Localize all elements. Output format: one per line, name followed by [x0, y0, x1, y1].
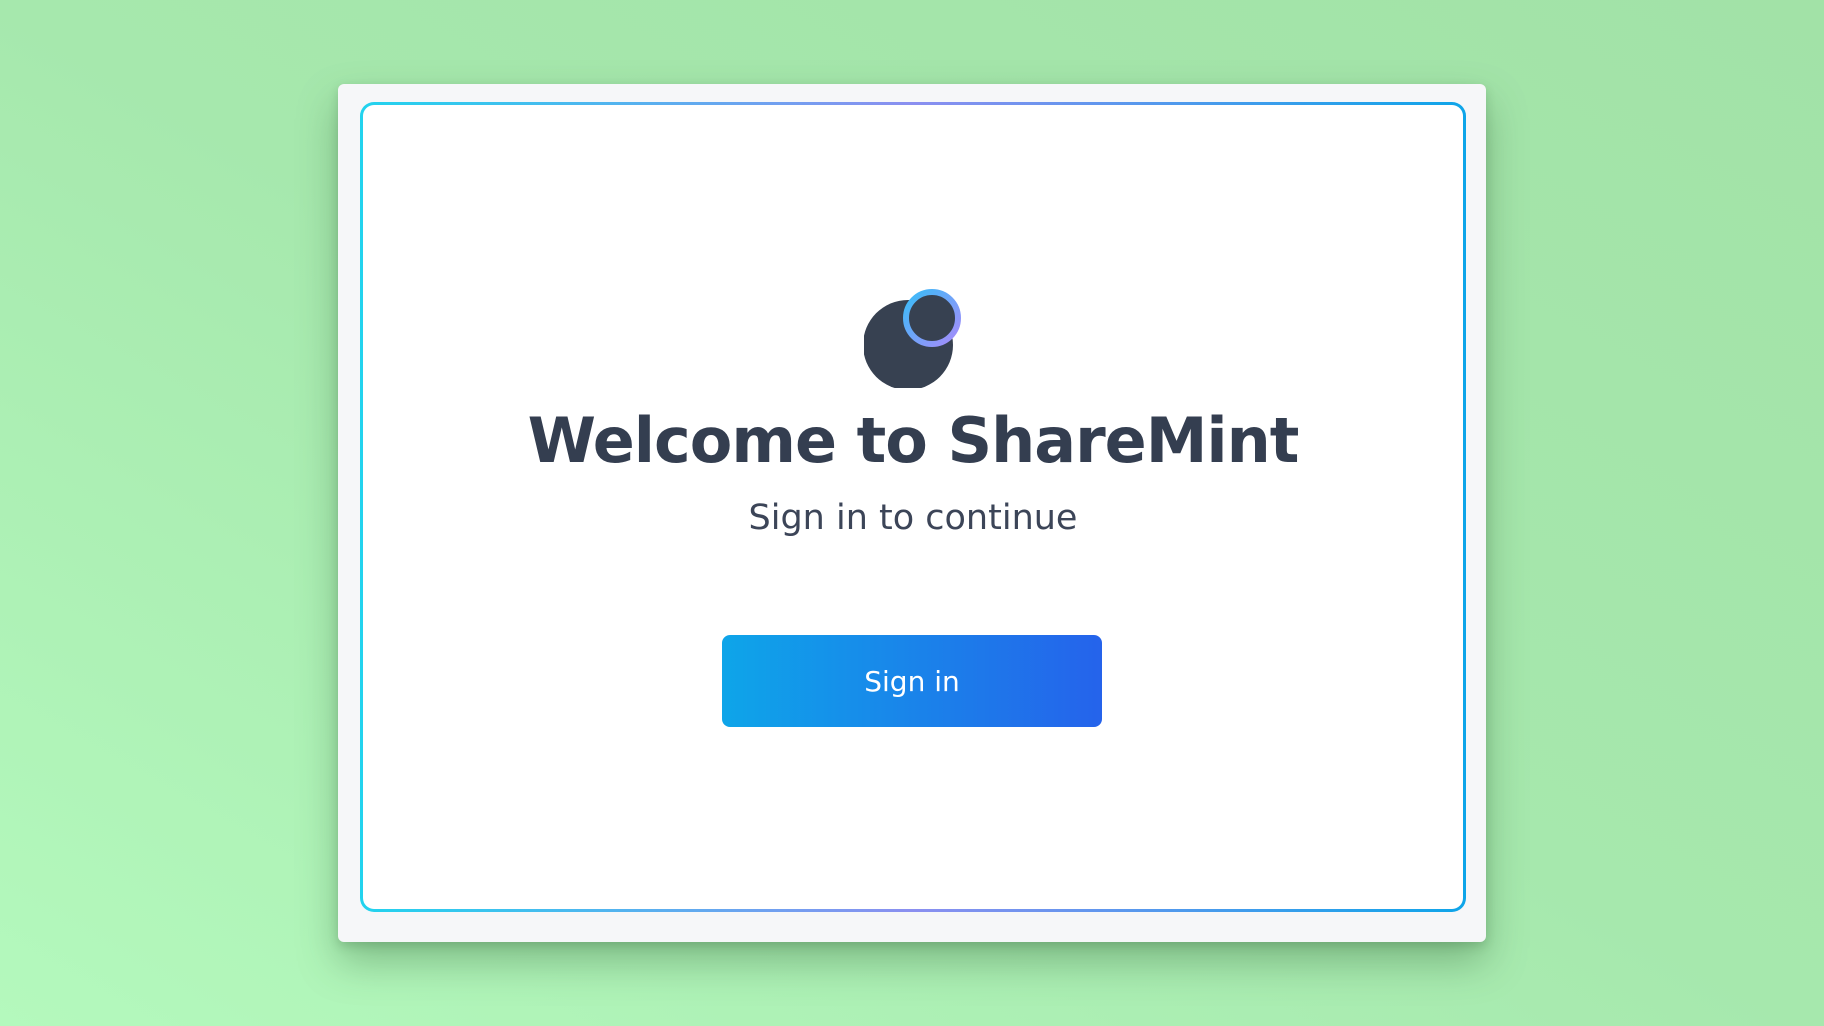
- gradient-frame: Welcome to ShareMint Sign in to continue…: [360, 102, 1466, 912]
- login-panel: Welcome to ShareMint Sign in to continue…: [363, 105, 1463, 909]
- login-card: Welcome to ShareMint Sign in to continue…: [338, 84, 1486, 942]
- sharemint-logo-icon: [864, 289, 961, 388]
- sign-in-button[interactable]: Sign in: [722, 635, 1102, 727]
- page-title: Welcome to ShareMint: [527, 404, 1300, 477]
- page-subtitle: Sign in to continue: [748, 498, 1078, 538]
